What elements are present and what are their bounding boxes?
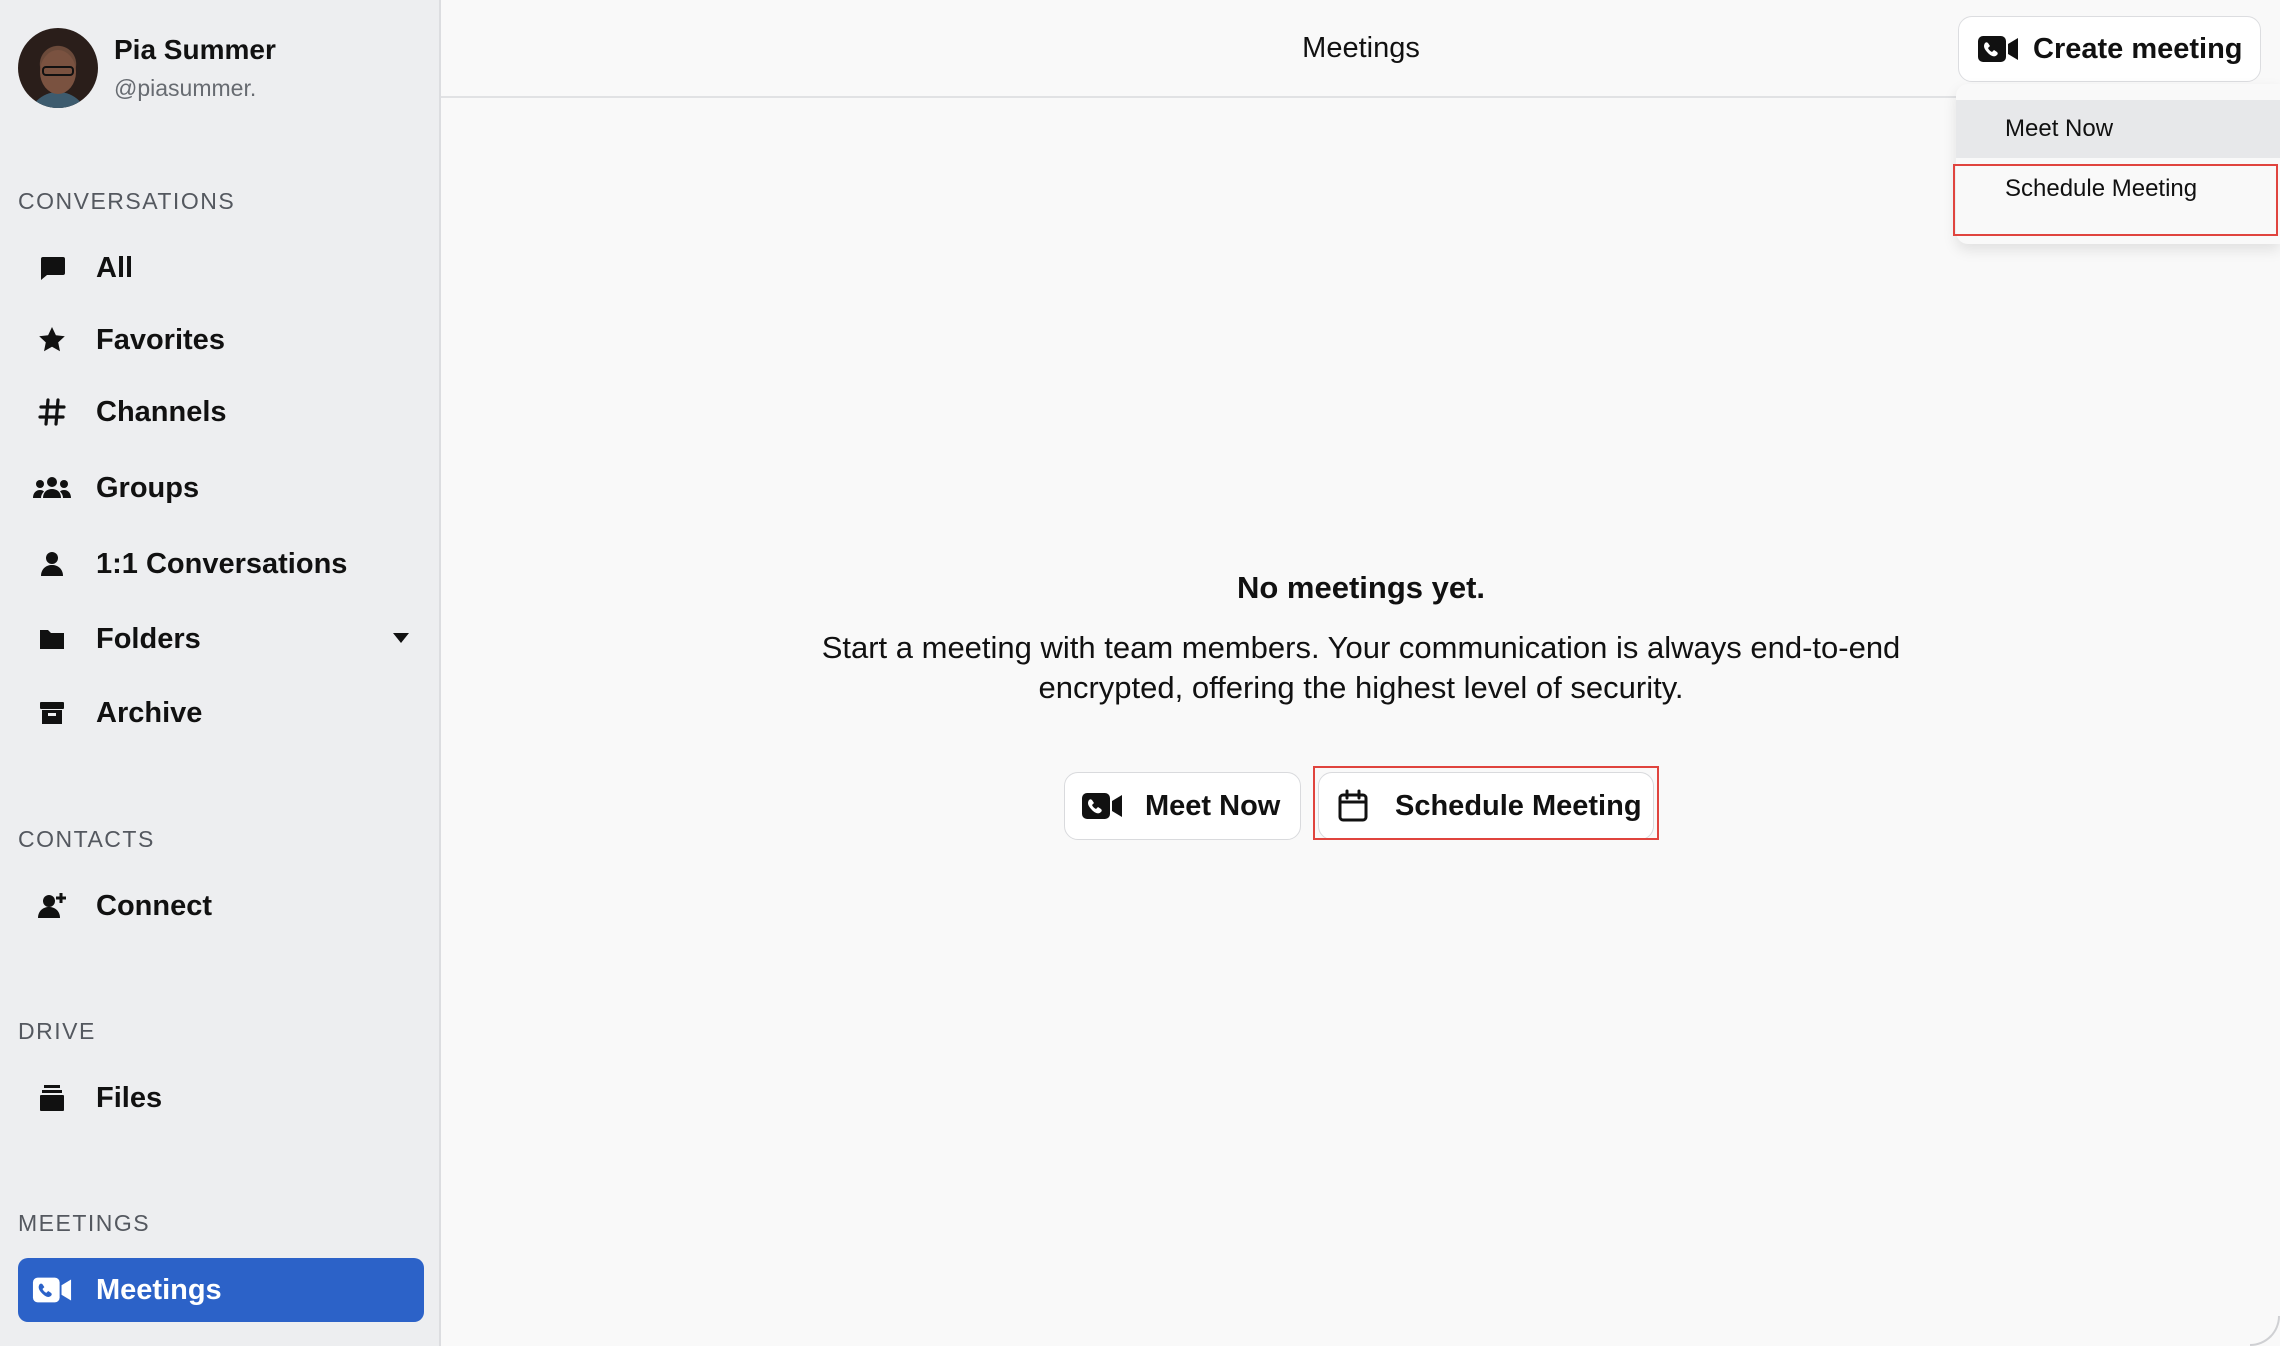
star-icon (32, 320, 72, 360)
sidebar-item-groups[interactable]: Groups (18, 456, 424, 520)
gear-icon (32, 1338, 72, 1346)
add-person-icon (32, 886, 72, 926)
sidebar-item-channels[interactable]: Channels (18, 380, 424, 444)
sidebar-item-connect[interactable]: Connect (18, 874, 424, 938)
sidebar-item-files[interactable]: Files (18, 1066, 424, 1130)
app-window: Pia Summer @piasummer. CONVERSATIONS All… (0, 0, 2280, 1346)
sidebar-item-label: Favorites (96, 323, 225, 356)
sidebar-item-label: 1:1 Conversations (96, 547, 348, 580)
files-icon (32, 1078, 72, 1118)
sidebar-item-label: Meetings (96, 1273, 222, 1306)
chat-bubble-icon (32, 248, 72, 288)
sidebar-item-folders[interactable]: Folders (18, 607, 424, 671)
person-icon (32, 544, 72, 584)
schedule-meeting-button[interactable]: Schedule Meeting (1318, 772, 1654, 840)
sidebar-item-all[interactable]: All (18, 236, 424, 300)
group-icon (32, 468, 72, 508)
user-profile[interactable]: Pia Summer @piasummer. (18, 28, 276, 108)
window-corner (2250, 1316, 2280, 1346)
main-content: Meetings Create meeting Meet Now Schedul… (441, 0, 2280, 1346)
sidebar-item-partial (18, 1326, 424, 1346)
create-meeting-label: Create meeting (2033, 32, 2243, 65)
create-meeting-menu: Meet Now Schedule Meeting (1956, 84, 2280, 244)
sidebar-item-archive[interactable]: Archive (18, 681, 424, 745)
section-meetings: MEETINGS (18, 1210, 151, 1236)
create-meeting-button[interactable]: Create meeting (1958, 16, 2261, 82)
video-call-icon (1978, 36, 2018, 62)
menu-item-meet-now[interactable]: Meet Now (1956, 100, 2280, 158)
section-conversations: CONVERSATIONS (18, 188, 236, 214)
sidebar-item-one-on-one[interactable]: 1:1 Conversations (18, 532, 424, 596)
sidebar-item-label: Files (96, 1081, 163, 1114)
empty-state-description: Start a meeting with team members. Your … (821, 630, 1901, 705)
sidebar-item-meetings[interactable]: Meetings (18, 1258, 424, 1322)
hash-icon (32, 392, 72, 432)
sidebar-item-label: Channels (96, 395, 227, 428)
meet-now-button[interactable]: Meet Now (1064, 772, 1301, 840)
avatar[interactable] (18, 28, 98, 108)
meet-now-label: Meet Now (1145, 789, 1281, 822)
sidebar-item-label: Folders (96, 622, 201, 655)
sidebar-item-label: Connect (96, 889, 212, 922)
video-call-icon (1082, 793, 1122, 819)
sidebar-item-label: Archive (96, 696, 203, 729)
archive-icon (32, 693, 72, 733)
sidebar-item-label: Groups (96, 471, 200, 504)
chevron-down-icon[interactable] (392, 631, 410, 649)
video-call-icon (32, 1270, 72, 1310)
section-contacts: CONTACTS (18, 826, 155, 852)
user-handle: @piasummer. (114, 75, 257, 101)
empty-state: No meetings yet. Start a meeting with te… (441, 570, 2280, 708)
calendar-icon (1338, 789, 1368, 822)
section-drive: DRIVE (18, 1018, 96, 1044)
menu-item-schedule-meeting[interactable]: Schedule Meeting (1956, 160, 2280, 218)
sidebar-item-label: All (96, 251, 134, 284)
empty-state-title: No meetings yet. (1236, 570, 1486, 605)
sidebar: Pia Summer @piasummer. CONVERSATIONS All… (0, 0, 441, 1346)
user-name: Pia Summer (114, 34, 276, 65)
schedule-meeting-label: Schedule Meeting (1395, 789, 1642, 822)
folder-icon (32, 619, 72, 659)
sidebar-item-favorites[interactable]: Favorites (18, 308, 424, 372)
